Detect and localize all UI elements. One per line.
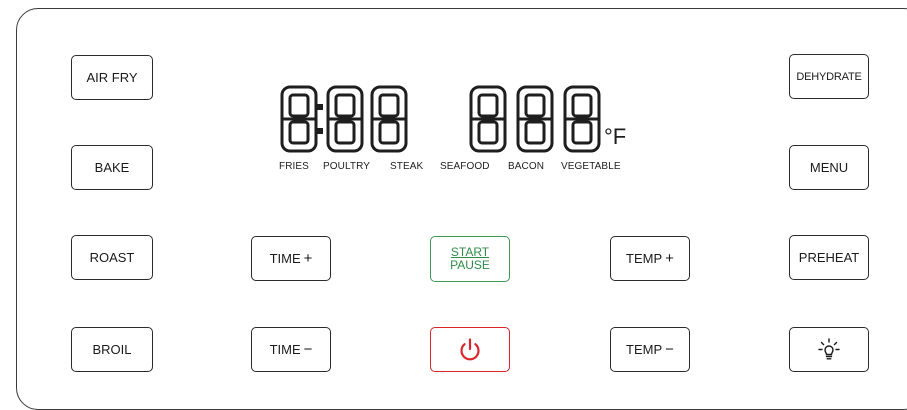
time-digit-3 xyxy=(370,85,408,153)
time-digit-1 xyxy=(280,85,318,153)
lcd-display xyxy=(280,85,601,153)
category-fries: FRIES xyxy=(279,161,309,172)
colon-dot-top xyxy=(317,104,323,110)
temperature-unit: °F xyxy=(604,124,627,149)
category-bacon: BACON xyxy=(508,161,545,172)
category-vegetable: VEGETABLE xyxy=(561,161,621,172)
category-poultry: POULTRY xyxy=(323,161,371,172)
category-steak: STEAK xyxy=(390,161,424,172)
category-seafood: SEAFOOD xyxy=(440,161,490,172)
temp-digit-1 xyxy=(469,85,507,153)
temp-digit-3 xyxy=(563,85,601,153)
colon-dot-bottom xyxy=(317,128,323,134)
temp-digit-2 xyxy=(516,85,554,153)
time-digit-2 xyxy=(326,85,364,153)
